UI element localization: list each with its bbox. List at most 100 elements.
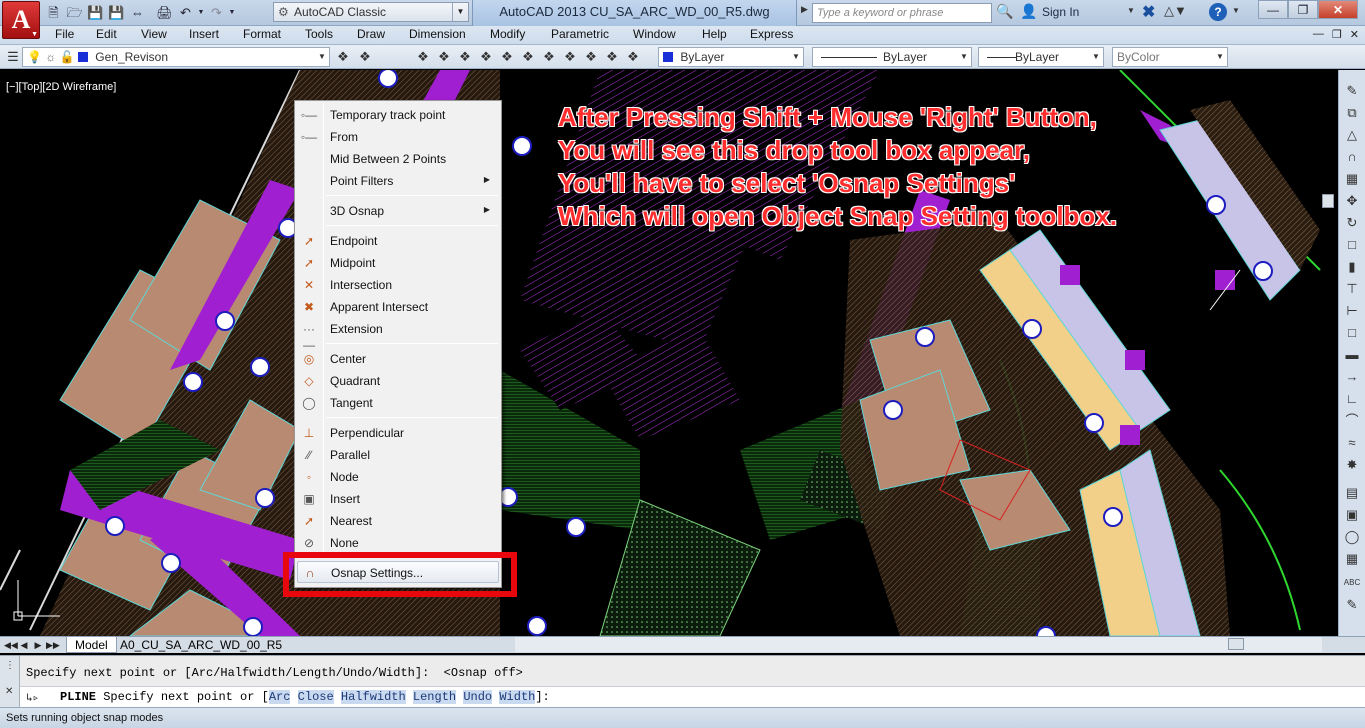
search-input[interactable]: Type a keyword or phrase (812, 3, 992, 23)
gradient-icon[interactable]: ▣ (1343, 506, 1361, 524)
mirror-icon[interactable]: △ (1343, 126, 1361, 144)
drawing-canvas[interactable]: [−][Top][2D Wireframe] After Pressing Sh… (0, 70, 1338, 636)
linetype-dropdown[interactable]: ByLayer ▼ (812, 47, 972, 67)
menu-item-insert[interactable]: ▣ Insert (297, 488, 499, 510)
tab-model[interactable]: Model (66, 637, 117, 653)
menu-insert[interactable]: Insert (189, 27, 219, 41)
move-icon[interactable]: ✥ (1343, 192, 1361, 210)
menu-view[interactable]: View (141, 27, 167, 41)
explode-icon[interactable]: ✸ (1343, 456, 1361, 474)
menu-format[interactable]: Format (243, 27, 281, 41)
undo-dropdown-icon[interactable]: ▼ (197, 3, 205, 22)
viewport-controls[interactable]: [−][Top][2D Wireframe] (6, 81, 116, 93)
open-icon[interactable]: 🗁 (65, 3, 84, 22)
break-icon[interactable]: ▬ (1343, 346, 1361, 364)
extend-icon[interactable]: ⊢ (1343, 302, 1361, 320)
rotate-icon[interactable]: ↻ (1343, 214, 1361, 232)
menu-item-none[interactable]: ⊘ None (297, 532, 499, 554)
option-halfwidth[interactable]: Halfwidth (340, 690, 406, 704)
save-icon[interactable]: 💾 (86, 3, 105, 22)
menu-item-center[interactable]: ◎ Center (297, 348, 499, 370)
menu-item-node[interactable]: ◦ Node (297, 466, 499, 488)
menu-item-parallel[interactable]: ∕∕ Parallel (297, 444, 499, 466)
menu-item-endpoint[interactable]: ➚ Endpoint (297, 230, 499, 252)
fillet-icon[interactable]: ⌒ (1343, 412, 1361, 430)
communication-icon[interactable]: △▼ (1164, 3, 1187, 19)
command-line-grip[interactable]: ⋮ ✕ (0, 656, 20, 708)
minimize-button[interactable]: — (1258, 0, 1288, 19)
search-icon[interactable]: 🔍 (996, 3, 1013, 20)
join-icon[interactable]: → (1343, 368, 1361, 386)
table-icon[interactable]: ▦ (1343, 550, 1361, 568)
layer-previous-icon[interactable]: ❖ (356, 48, 374, 66)
sign-in-button[interactable]: Sign In (1042, 5, 1079, 19)
menu-modify[interactable]: Modify (490, 27, 525, 41)
menu-item-midpoint[interactable]: ➚ Midpoint (297, 252, 499, 274)
next-tab-icon[interactable]: ▶ (32, 638, 44, 652)
chevron-down-icon[interactable]: ▼ (1232, 6, 1240, 15)
add-selected-icon[interactable]: ✎ (1343, 596, 1361, 614)
menu-item-nearest[interactable]: ➚ Nearest (297, 510, 499, 532)
expand-icon[interactable]: ▶ (801, 4, 808, 15)
chamfer-icon[interactable]: ∟ (1343, 390, 1361, 408)
menu-item-apparent-intersect[interactable]: ✖ Apparent Intersect (297, 296, 499, 318)
save-as-icon[interactable]: 💾 (107, 3, 126, 22)
doc-restore-button[interactable]: ❐ (1332, 28, 1342, 41)
close-icon[interactable]: ✕ (5, 686, 13, 697)
doc-minimize-button[interactable]: — (1313, 28, 1324, 41)
menu-item-mid-between-2-points[interactable]: Mid Between 2 Points (297, 148, 499, 170)
help-icon[interactable]: ? (1209, 3, 1227, 21)
layer-properties-icon[interactable]: ☰ (4, 48, 22, 66)
color-dropdown[interactable]: ByLayer ▼ (658, 47, 804, 67)
lineweight-dropdown[interactable]: ByLayer ▼ (978, 47, 1104, 67)
layer-unlock-icon[interactable]: ❖ (540, 48, 558, 66)
menu-item-quadrant[interactable]: ◇ Quadrant (297, 370, 499, 392)
autodesk-exchange-icon[interactable]: ✖ (1142, 2, 1155, 22)
option-arc[interactable]: Arc (268, 690, 291, 704)
menu-item-extension[interactable]: ···— Extension (297, 318, 499, 352)
plot-icon[interactable]: 🖨 (155, 3, 174, 22)
workspace-select[interactable]: ⚙ AutoCAD Classic ▼ (273, 2, 469, 22)
last-tab-icon[interactable]: ▶▶ (46, 638, 60, 652)
break-at-point-icon[interactable]: □ (1343, 324, 1361, 342)
match-layer-icon[interactable]: ❖ (414, 48, 432, 66)
layer-dropdown[interactable]: 💡 ☼ 🔓 Gen_Revison ▼ (22, 47, 330, 67)
layer-freeze-icon[interactable]: ❖ (498, 48, 516, 66)
new-icon[interactable]: 🗎 (44, 3, 63, 22)
vertical-scrollbar[interactable] (1320, 70, 1338, 636)
tab-layout[interactable]: A0_CU_SA_ARC_WD_00_R5 (112, 637, 290, 653)
horizontal-scrollbar[interactable] (515, 637, 1322, 652)
stretch-icon[interactable]: ▮ (1343, 258, 1361, 276)
doc-close-button[interactable]: ✕ (1350, 28, 1359, 41)
menu-item-perpendicular[interactable]: ⊥ Perpendicular (297, 422, 499, 444)
layer-walk-icon[interactable]: ❖ (561, 48, 579, 66)
undo-icon[interactable]: ↶ (176, 3, 195, 22)
scale-icon[interactable]: □ (1343, 236, 1361, 254)
menu-window[interactable]: Window (633, 27, 676, 41)
menu-express[interactable]: Express (750, 27, 793, 41)
command-input[interactable]: ↳▹ PLINE Specify next point or [Arc Clos… (20, 686, 1365, 707)
menu-tools[interactable]: Tools (305, 27, 333, 41)
chevron-down-icon[interactable]: ▼ (1127, 6, 1135, 15)
menu-item-point-filters[interactable]: Point Filters ▶ (297, 170, 499, 192)
layer-lock-icon[interactable]: ❖ (519, 48, 537, 66)
multiline-text-icon[interactable]: ABC (1343, 574, 1361, 592)
menu-item-intersection[interactable]: ✕ Intersection (297, 274, 499, 296)
option-width[interactable]: Width (499, 690, 536, 704)
menu-item-tangent[interactable]: ◯ Tangent (297, 392, 499, 414)
scrollbar-thumb[interactable] (1228, 638, 1244, 650)
menu-edit[interactable]: Edit (96, 27, 117, 41)
menu-item-from[interactable]: ◦— From (297, 126, 499, 148)
option-close[interactable]: Close (297, 690, 334, 704)
application-menu-button[interactable]: A ▼ (2, 1, 40, 39)
publish-icon[interactable]: ⇔ (128, 3, 147, 22)
layer-off-icon[interactable]: ❖ (477, 48, 495, 66)
layer-unisolate-icon[interactable]: ❖ (456, 48, 474, 66)
close-button[interactable]: ✕ (1318, 0, 1358, 19)
scrollbar-thumb[interactable] (1322, 194, 1334, 208)
command-prompt-icon[interactable]: ↳▹ (26, 691, 39, 705)
menu-parametric[interactable]: Parametric (551, 27, 609, 41)
array-icon[interactable]: ▦ (1343, 170, 1361, 188)
menu-item-temporary-track-point[interactable]: ◦— Temporary track point (297, 104, 499, 126)
plotstyle-dropdown[interactable]: ByColor ▼ (1112, 47, 1228, 67)
